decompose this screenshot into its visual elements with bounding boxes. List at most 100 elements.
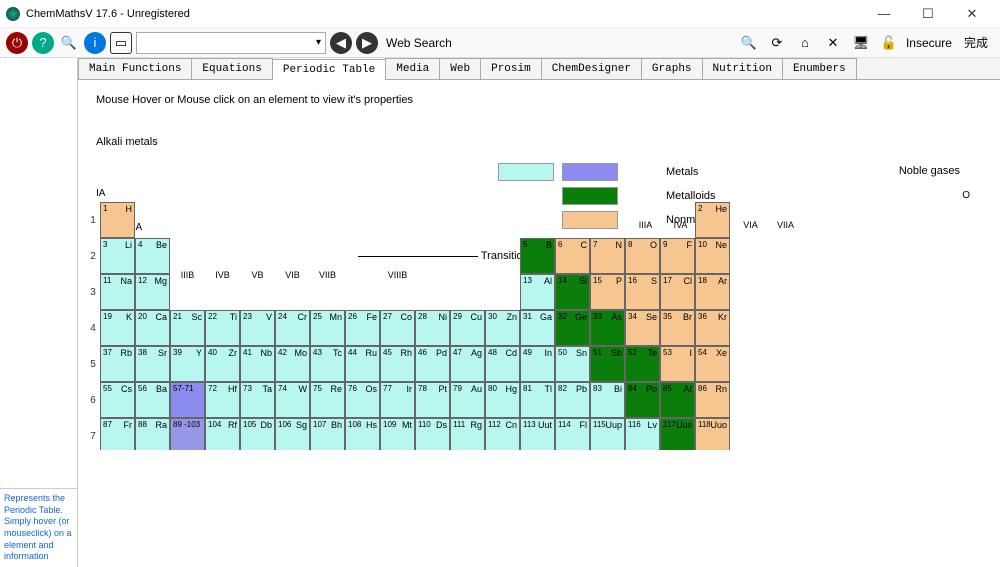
element-Cs[interactable]: 55Cs bbox=[100, 382, 135, 418]
element-Fl[interactable]: 114Fl bbox=[555, 418, 590, 450]
element-Fe[interactable]: 26Fe bbox=[345, 310, 380, 346]
element-Re[interactable]: 75Re bbox=[310, 382, 345, 418]
screen-icon[interactable]: ▭ bbox=[110, 32, 132, 54]
element-I[interactable]: 53I bbox=[660, 346, 695, 382]
maximize-button[interactable]: ☐ bbox=[906, 0, 950, 28]
tab-graphs[interactable]: Graphs bbox=[641, 58, 703, 79]
element-Au[interactable]: 79Au bbox=[450, 382, 485, 418]
element-Ds[interactable]: 110Ds bbox=[415, 418, 450, 450]
tab-web[interactable]: Web bbox=[439, 58, 481, 79]
element-O[interactable]: 8O bbox=[625, 238, 660, 274]
element-Mt[interactable]: 109Mt bbox=[380, 418, 415, 450]
element-In[interactable]: 49In bbox=[520, 346, 555, 382]
element-Pd[interactable]: 46Pd bbox=[415, 346, 450, 382]
element-Rg[interactable]: 111Rg bbox=[450, 418, 485, 450]
zoom-icon[interactable]: 🔍 bbox=[738, 32, 760, 54]
element-Sc[interactable]: 21Sc bbox=[170, 310, 205, 346]
element-Mo[interactable]: 42Mo bbox=[275, 346, 310, 382]
element-Xe[interactable]: 54Xe bbox=[695, 346, 730, 382]
element-Ir[interactable]: 77Ir bbox=[380, 382, 415, 418]
element-B[interactable]: 5B bbox=[520, 238, 555, 274]
power-icon[interactable]: ⏻ bbox=[6, 32, 28, 54]
tab-nutrition[interactable]: Nutrition bbox=[702, 58, 783, 79]
element-Bh[interactable]: 107Bh bbox=[310, 418, 345, 450]
element-89 -103[interactable]: 89 -103 bbox=[170, 418, 205, 450]
element-Db[interactable]: 105Db bbox=[240, 418, 275, 450]
forward-button[interactable]: ▶ bbox=[356, 32, 378, 54]
element-Ar[interactable]: 18Ar bbox=[695, 274, 730, 310]
element-Pt[interactable]: 78Pt bbox=[415, 382, 450, 418]
element-Ga[interactable]: 31Ga bbox=[520, 310, 555, 346]
element-Ge[interactable]: 32Ge bbox=[555, 310, 590, 346]
address-combo[interactable]: ▾ bbox=[136, 32, 326, 54]
element-Cn[interactable]: 112Cn bbox=[485, 418, 520, 450]
element-Hf[interactable]: 72Hf bbox=[205, 382, 240, 418]
element-At[interactable]: 85At bbox=[660, 382, 695, 418]
element-He[interactable]: 2He bbox=[695, 202, 730, 238]
element-Cl[interactable]: 17Cl bbox=[660, 274, 695, 310]
element-Rf[interactable]: 104Rf bbox=[205, 418, 240, 450]
tab-enumbers[interactable]: Enumbers bbox=[782, 58, 857, 79]
element-As[interactable]: 33As bbox=[590, 310, 625, 346]
help-icon[interactable]: ? bbox=[32, 32, 54, 54]
element-Bi[interactable]: 83Bi bbox=[590, 382, 625, 418]
element-H[interactable]: 1H bbox=[100, 202, 135, 238]
element-Si[interactable]: 14Si bbox=[555, 274, 590, 310]
element-Be[interactable]: 4Be bbox=[135, 238, 170, 274]
element-S[interactable]: 16S bbox=[625, 274, 660, 310]
search-icon[interactable]: 🔍 bbox=[58, 32, 80, 54]
tab-media[interactable]: Media bbox=[385, 58, 440, 79]
element-Uut[interactable]: 113Uut bbox=[520, 418, 555, 450]
tab-main-functions[interactable]: Main Functions bbox=[78, 58, 192, 79]
element-Ti[interactable]: 22Ti bbox=[205, 310, 240, 346]
element-K[interactable]: 19K bbox=[100, 310, 135, 346]
element-Al[interactable]: 13Al bbox=[520, 274, 555, 310]
element-Po[interactable]: 84Po bbox=[625, 382, 660, 418]
element-F[interactable]: 9F bbox=[660, 238, 695, 274]
element-Y[interactable]: 39Y bbox=[170, 346, 205, 382]
element-Os[interactable]: 76Os bbox=[345, 382, 380, 418]
element-Mg[interactable]: 12Mg bbox=[135, 274, 170, 310]
back-button[interactable]: ◀ bbox=[330, 32, 352, 54]
element-Ne[interactable]: 10Ne bbox=[695, 238, 730, 274]
element-57-71[interactable]: 57-71 bbox=[170, 382, 205, 418]
element-Li[interactable]: 3Li bbox=[100, 238, 135, 274]
element-Sb[interactable]: 51Sb bbox=[590, 346, 625, 382]
element-Ca[interactable]: 20Ca bbox=[135, 310, 170, 346]
element-Rn[interactable]: 86Rn bbox=[695, 382, 730, 418]
element-Ag[interactable]: 47Ag bbox=[450, 346, 485, 382]
desktop-icon[interactable]: 🖥 bbox=[850, 32, 872, 54]
home-icon[interactable]: ⌂ bbox=[794, 32, 816, 54]
element-Zn[interactable]: 30Zn bbox=[485, 310, 520, 346]
element-Te[interactable]: 52Te bbox=[625, 346, 660, 382]
element-Ni[interactable]: 28Ni bbox=[415, 310, 450, 346]
element-Co[interactable]: 27Co bbox=[380, 310, 415, 346]
tab-prosim[interactable]: Prosim bbox=[480, 58, 542, 79]
minimize-button[interactable]: — bbox=[862, 0, 906, 28]
element-Tl[interactable]: 81Tl bbox=[520, 382, 555, 418]
element-Mn[interactable]: 25Mn bbox=[310, 310, 345, 346]
info-icon[interactable]: i bbox=[84, 32, 106, 54]
element-Hs[interactable]: 108Hs bbox=[345, 418, 380, 450]
element-Ru[interactable]: 44Ru bbox=[345, 346, 380, 382]
element-Uup[interactable]: 115Uup bbox=[590, 418, 625, 450]
tab-periodic-table[interactable]: Periodic Table bbox=[272, 59, 386, 80]
element-Uuo[interactable]: 118Uuo bbox=[695, 418, 730, 450]
element-Cd[interactable]: 48Cd bbox=[485, 346, 520, 382]
element-Hg[interactable]: 80Hg bbox=[485, 382, 520, 418]
element-Rb[interactable]: 37Rb bbox=[100, 346, 135, 382]
lock-icon[interactable]: 🔓 bbox=[878, 32, 900, 54]
element-C[interactable]: 6C bbox=[555, 238, 590, 274]
element-Fr[interactable]: 87Fr bbox=[100, 418, 135, 450]
element-Ra[interactable]: 88Ra bbox=[135, 418, 170, 450]
element-Tc[interactable]: 43Tc bbox=[310, 346, 345, 382]
element-Pb[interactable]: 82Pb bbox=[555, 382, 590, 418]
element-Na[interactable]: 11Na bbox=[100, 274, 135, 310]
element-Ba[interactable]: 56Ba bbox=[135, 382, 170, 418]
element-Uus[interactable]: 117Uus bbox=[660, 418, 695, 450]
element-Cr[interactable]: 24Cr bbox=[275, 310, 310, 346]
close-button[interactable]: ✕ bbox=[950, 0, 994, 28]
element-Br[interactable]: 35Br bbox=[660, 310, 695, 346]
element-Rh[interactable]: 45Rh bbox=[380, 346, 415, 382]
element-P[interactable]: 15P bbox=[590, 274, 625, 310]
